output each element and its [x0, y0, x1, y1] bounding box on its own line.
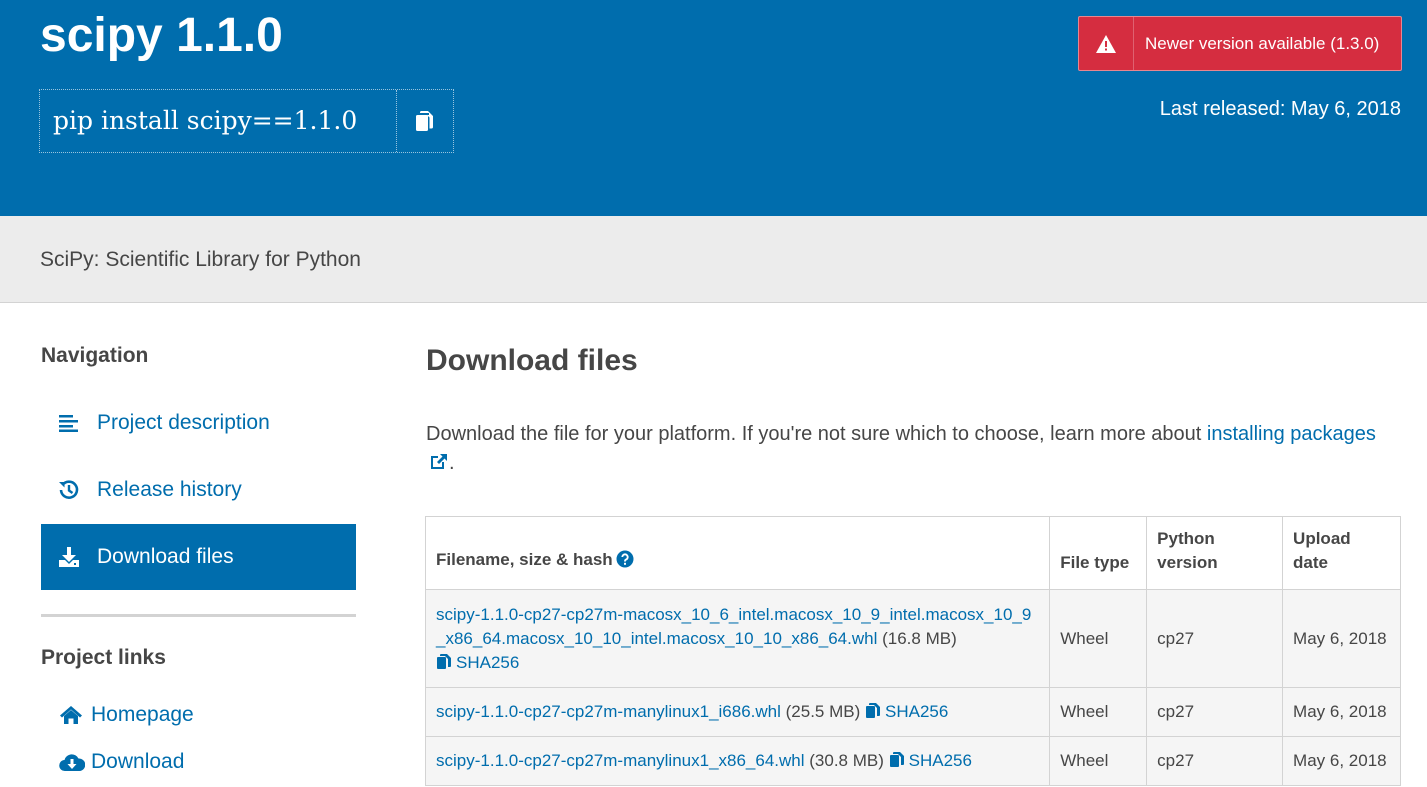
- copy-button[interactable]: [397, 90, 453, 152]
- copy-icon: [889, 752, 904, 767]
- package-title: scipy 1.1.0: [40, 9, 283, 62]
- history-icon: [41, 479, 97, 501]
- file-type-cell: Wheel: [1049, 589, 1148, 688]
- copy-icon: [437, 653, 451, 669]
- download-icon: [41, 546, 97, 568]
- sha256-link[interactable]: SHA256: [889, 751, 972, 770]
- file-size: (30.8 MB): [809, 751, 884, 770]
- python-version-cell: cp27: [1146, 736, 1284, 786]
- project-links-heading: Project links: [41, 646, 166, 669]
- pip-command-box: pip install scipy==1.1.0: [39, 89, 454, 153]
- nav-label: Project description: [97, 411, 270, 434]
- upload-date-cell: May 6, 2018: [1282, 687, 1401, 737]
- link-download[interactable]: Download: [59, 750, 184, 774]
- download-intro: Download the file for your platform. If …: [426, 420, 1386, 478]
- python-version-cell: cp27: [1146, 589, 1284, 688]
- file-link[interactable]: scipy-1.1.0-cp27-cp27m-manylinux1_i686.w…: [436, 702, 781, 721]
- upload-date-cell: May 6, 2018: [1282, 589, 1401, 688]
- pip-command[interactable]: pip install scipy==1.1.0: [40, 90, 397, 152]
- sha256-label: SHA256: [908, 751, 972, 770]
- file-link[interactable]: scipy-1.1.0-cp27-cp27m-manylinux1_x86_64…: [436, 751, 805, 770]
- home-icon: [59, 705, 91, 725]
- intro-text: Download the file for your platform. If …: [426, 423, 1207, 445]
- sha256-link[interactable]: SHA256: [865, 702, 948, 721]
- summary-band: SciPy: Scientific Library for Python: [0, 216, 1427, 303]
- filename-cell: scipy-1.1.0-cp27-cp27m-manylinux1_x86_64…: [424, 736, 1051, 786]
- file-type-cell: Wheel: [1049, 687, 1148, 737]
- col-python-version: Python version: [1146, 516, 1284, 590]
- nav-label: Release history: [97, 478, 242, 501]
- file-size: (25.5 MB): [785, 702, 861, 721]
- link-label: Homepage: [91, 703, 194, 726]
- copy-icon: [416, 111, 433, 131]
- nav-project-description[interactable]: Project description: [41, 390, 356, 456]
- col-filename: Filename, size & hash: [424, 516, 1051, 590]
- copy-icon: [866, 703, 880, 718]
- file-type-cell: Wheel: [1049, 736, 1148, 786]
- col-filename-label: Filename, size & hash: [436, 550, 613, 569]
- header-banner: scipy 1.1.0 pip install scipy==1.1.0 New…: [0, 0, 1427, 216]
- table-row: scipy-1.1.0-cp27-cp27m-macosx_10_6_intel…: [424, 589, 1401, 688]
- nav-release-history[interactable]: Release history: [41, 457, 356, 523]
- download-files-heading: Download files: [426, 344, 638, 377]
- filename-cell: scipy-1.1.0-cp27-cp27m-manylinux1_i686.w…: [424, 687, 1051, 737]
- table-header-row: Filename, size & hash File type Python v…: [424, 516, 1401, 590]
- nav-download-files[interactable]: Download files: [41, 524, 356, 590]
- sha256-label: SHA256: [456, 652, 520, 672]
- sha256-link[interactable]: SHA256: [436, 653, 519, 672]
- intro-end: .: [449, 452, 455, 474]
- alert-divider: [1133, 17, 1134, 70]
- align-left-icon: [41, 414, 97, 432]
- cloud-download-icon: [59, 752, 91, 772]
- package-summary: SciPy: Scientific Library for Python: [40, 248, 361, 271]
- upload-date-cell: May 6, 2018: [1282, 736, 1401, 786]
- newer-version-label: Newer version available (1.3.0): [1145, 33, 1380, 53]
- navigation-heading: Navigation: [41, 344, 149, 367]
- file-size: (16.8 MB): [882, 628, 957, 648]
- last-released: Last released: May 6, 2018: [1159, 98, 1401, 120]
- installing-packages-label: installing packages: [1206, 423, 1376, 445]
- external-link-icon: [431, 454, 447, 469]
- question-circle-icon[interactable]: [616, 550, 634, 575]
- newer-version-alert[interactable]: Newer version available (1.3.0): [1078, 16, 1402, 71]
- files-table: Filename, size & hash File type Python v…: [424, 516, 1401, 786]
- col-file-type: File type: [1049, 516, 1148, 590]
- warning-icon: [1079, 34, 1133, 54]
- table-row: scipy-1.1.0-cp27-cp27m-manylinux1_x86_64…: [424, 736, 1401, 786]
- link-homepage[interactable]: Homepage: [59, 703, 194, 727]
- link-label: Download: [91, 750, 185, 773]
- filename-cell: scipy-1.1.0-cp27-cp27m-macosx_10_6_intel…: [424, 589, 1051, 688]
- sha256-label: SHA256: [885, 702, 949, 721]
- nav-label: Download files: [97, 545, 234, 568]
- python-version-cell: cp27: [1146, 687, 1284, 737]
- col-upload-date: Upload date: [1282, 516, 1401, 590]
- table-row: scipy-1.1.0-cp27-cp27m-manylinux1_i686.w…: [424, 687, 1401, 737]
- sidebar-divider: [41, 614, 356, 617]
